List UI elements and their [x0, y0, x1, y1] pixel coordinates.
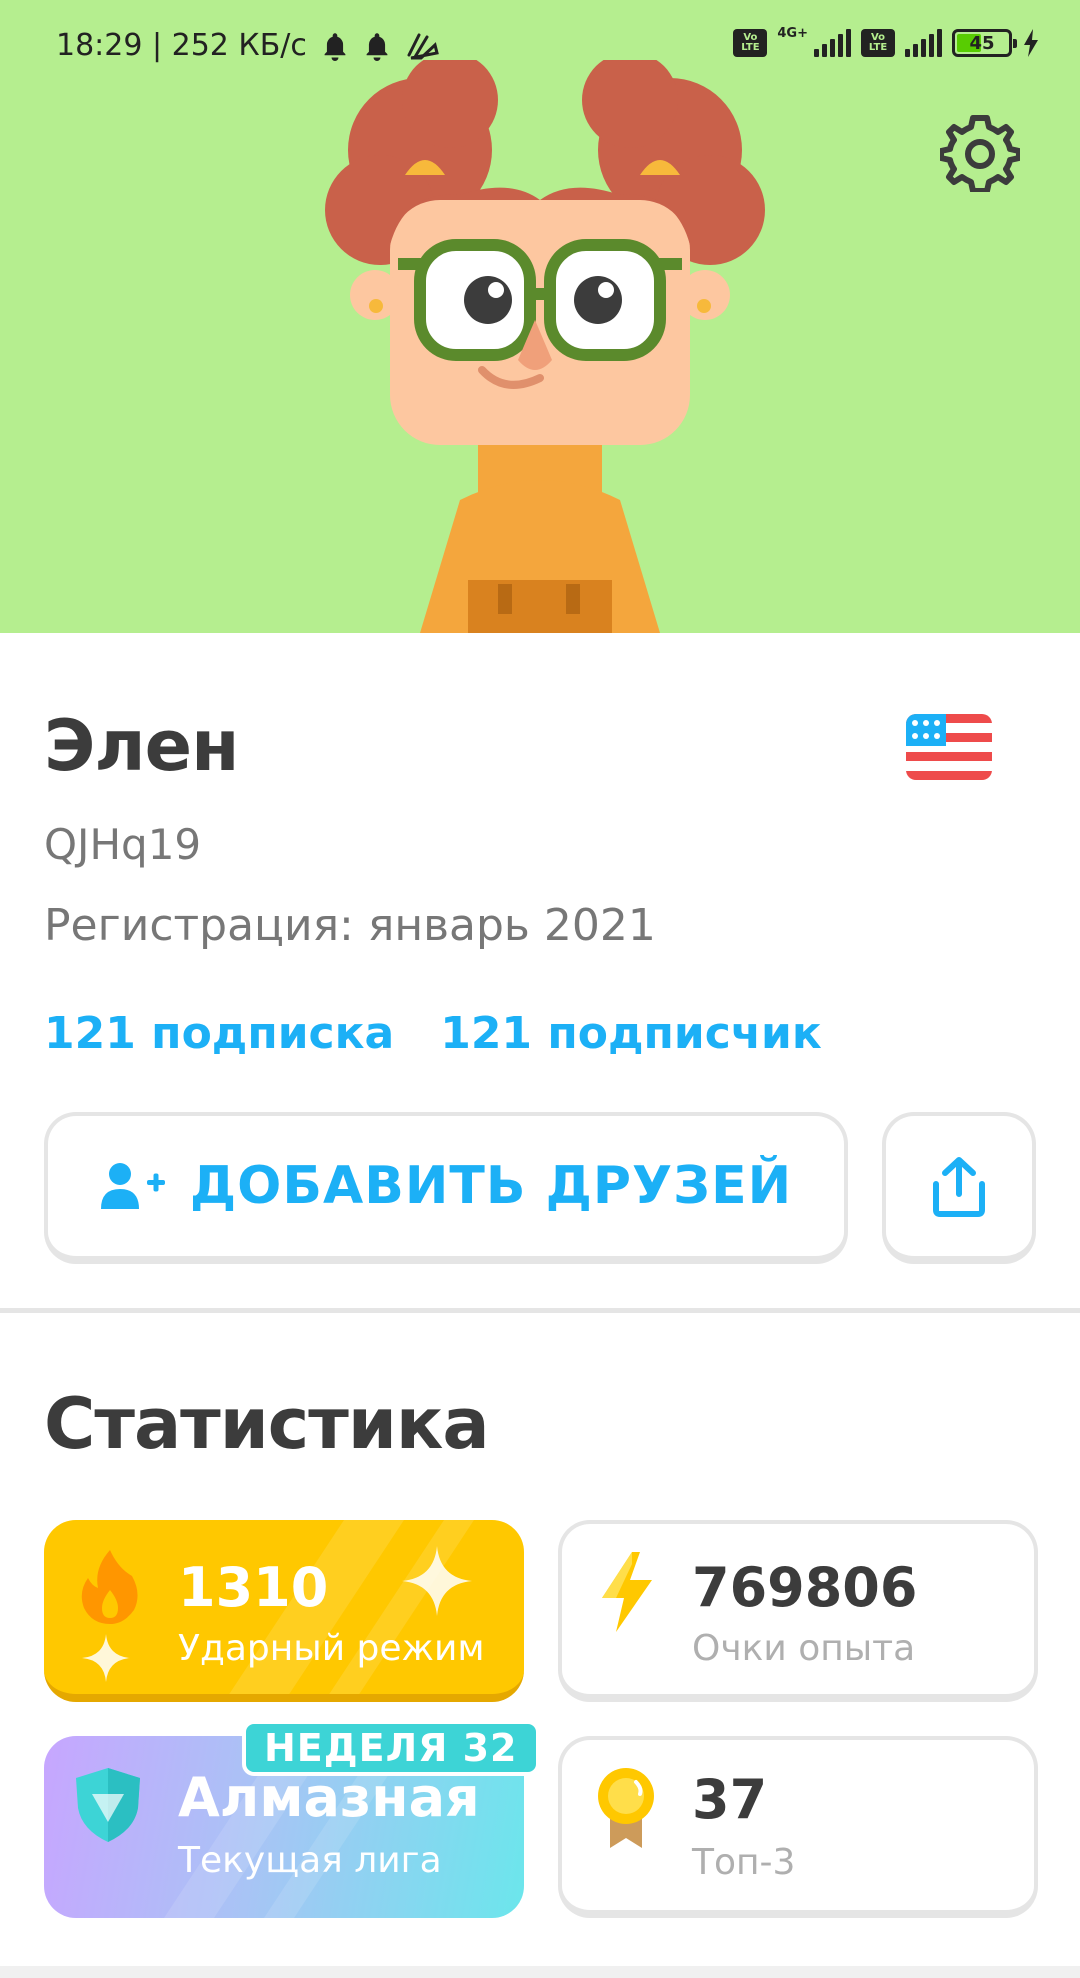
- share-icon: [933, 1157, 985, 1217]
- following-link[interactable]: 121 подписка: [44, 1008, 394, 1059]
- volte-icon: Vo LTE: [861, 29, 895, 57]
- week-badge: НЕДЕЛЯ 32: [242, 1720, 540, 1776]
- diamond-shield-icon: [76, 1768, 140, 1842]
- section-divider: [0, 1308, 1080, 1313]
- top3-card[interactable]: 37 Топ-3: [558, 1736, 1038, 1918]
- medal-icon: [598, 1768, 654, 1848]
- shoe-icon: [407, 33, 439, 59]
- bottom-divider: [0, 1966, 1080, 1978]
- streak-label: Ударный режим: [178, 1628, 485, 1669]
- status-time: 18:29 | 252 КБ/с: [56, 28, 307, 63]
- stats-title: Статистика: [44, 1383, 490, 1465]
- lightning-icon: [602, 1552, 652, 1632]
- add-friends-button[interactable]: ДОБАВИТЬ ДРУЗЕЙ: [44, 1112, 848, 1264]
- bell-icon: [366, 32, 388, 61]
- follow-links: 121 подписка 121 подписчик: [44, 1008, 822, 1059]
- sparkle-icon: [402, 1546, 472, 1616]
- share-profile-button[interactable]: [882, 1112, 1036, 1264]
- profile-screen: 18:29 | 252 КБ/с Vo LTE 4G+ Vo LTE 45 Эл…: [0, 0, 1080, 1978]
- top3-value: 37: [692, 1768, 768, 1831]
- league-label: Текущая лига: [178, 1840, 442, 1881]
- battery-level: 45: [969, 32, 995, 54]
- streak-card[interactable]: 1310 Ударный режим: [44, 1520, 524, 1702]
- profile-name: Элен: [44, 705, 239, 787]
- status-right: Vo LTE 4G+ Vo LTE 45: [733, 25, 1040, 58]
- sparkle-icon: [82, 1634, 130, 1682]
- profile-username: QJHq19: [44, 820, 202, 869]
- top3-label: Топ-3: [692, 1842, 796, 1883]
- xp-label: Очки опыта: [692, 1628, 916, 1669]
- profile-header: 18:29 | 252 КБ/с Vo LTE 4G+ Vo LTE 45: [0, 0, 1080, 633]
- us-flag-icon[interactable]: [906, 714, 992, 780]
- add-user-icon: [100, 1163, 165, 1209]
- bell-icon: [324, 32, 346, 61]
- registration-date: Регистрация: январь 2021: [44, 900, 656, 951]
- settings-gear-icon[interactable]: [940, 112, 1020, 192]
- status-left: 18:29 | 252 КБ/с: [56, 28, 439, 63]
- followers-link[interactable]: 121 подписчик: [440, 1008, 822, 1059]
- xp-card[interactable]: 769806 Очки опыта: [558, 1520, 1038, 1702]
- xp-value: 769806: [692, 1556, 918, 1619]
- streak-value: 1310: [178, 1556, 329, 1619]
- signal-icon: [905, 29, 942, 57]
- avatar-illustration: [325, 60, 765, 633]
- battery-icon: 45: [952, 29, 1017, 57]
- volte-icon: Vo LTE: [733, 29, 768, 57]
- signal-icon: [814, 29, 851, 57]
- add-friends-label: ДОБАВИТЬ ДРУЗЕЙ: [189, 1156, 793, 1216]
- charging-icon: [1024, 29, 1038, 57]
- fire-icon: [81, 1550, 138, 1624]
- network-type: 4G+: [777, 25, 808, 41]
